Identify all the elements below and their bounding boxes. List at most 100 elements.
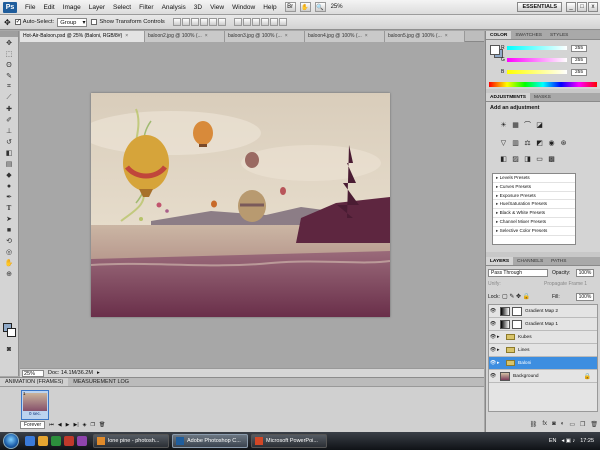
posterize-icon[interactable]: ▨ bbox=[511, 154, 520, 163]
canvas-area[interactable] bbox=[20, 42, 484, 368]
hand-icon[interactable]: ✋ bbox=[299, 2, 311, 12]
foreground-swatch[interactable] bbox=[490, 45, 500, 55]
menu-filter[interactable]: Filter bbox=[135, 0, 157, 15]
tab-color[interactable]: COLOR bbox=[486, 31, 512, 39]
path-select-icon[interactable]: ➤ bbox=[2, 214, 16, 224]
add-mask-icon[interactable]: ◙ bbox=[552, 421, 556, 428]
zoom-field[interactable]: 25% bbox=[22, 369, 44, 377]
align-left-icon[interactable] bbox=[199, 18, 208, 26]
menu-window[interactable]: Window bbox=[228, 0, 259, 15]
blue-track[interactable] bbox=[507, 70, 567, 74]
blue-slider[interactable]: B 255 bbox=[501, 68, 599, 76]
preset-hue-saturation[interactable]: Hue/Saturation Presets bbox=[493, 200, 575, 210]
distribute-center-icon[interactable] bbox=[269, 18, 278, 26]
distribute-top-icon[interactable] bbox=[233, 18, 242, 26]
toolbox-grip[interactable] bbox=[0, 31, 18, 37]
eye-icon[interactable]: 👁 bbox=[489, 334, 497, 340]
tab-paths[interactable]: PATHS bbox=[547, 257, 570, 265]
distribute-right-icon[interactable] bbox=[278, 18, 287, 26]
align-right-icon[interactable] bbox=[217, 18, 226, 26]
red-slider[interactable]: R 255 bbox=[501, 44, 599, 52]
background-color[interactable] bbox=[7, 328, 16, 337]
animation-frame[interactable]: 1 0 sec. bbox=[21, 390, 49, 420]
opacity-field[interactable]: 100% bbox=[576, 269, 594, 277]
media-icon[interactable] bbox=[64, 436, 74, 446]
blur-tool-icon[interactable]: ◆ bbox=[2, 170, 16, 180]
document-image[interactable] bbox=[91, 93, 390, 317]
blue-value[interactable]: 255 bbox=[571, 68, 587, 76]
duplicate-frame-icon[interactable]: ❐ bbox=[90, 422, 94, 428]
preset-channel-mixer[interactable]: Channel Mixer Presets bbox=[493, 218, 575, 227]
align-bottom-icon[interactable] bbox=[190, 18, 199, 26]
close-icon[interactable]: × bbox=[125, 31, 128, 42]
red-value[interactable]: 255 bbox=[571, 44, 587, 52]
distribute-left-icon[interactable] bbox=[260, 18, 269, 26]
prev-frame-icon[interactable]: ◀ bbox=[58, 422, 62, 428]
browser-icon[interactable] bbox=[51, 436, 61, 446]
distribute-bottom-icon[interactable] bbox=[251, 18, 260, 26]
start-button[interactable] bbox=[3, 433, 19, 449]
clock[interactable]: 17:25 bbox=[580, 438, 594, 444]
status-menu-icon[interactable]: ▸ bbox=[97, 370, 100, 376]
pen-tool-icon[interactable]: ✒ bbox=[2, 192, 16, 202]
channel-mixer-icon[interactable]: ⊛ bbox=[559, 138, 568, 147]
align-middle-icon[interactable] bbox=[181, 18, 190, 26]
menu-help[interactable]: Help bbox=[259, 0, 280, 15]
close-icon[interactable]: × bbox=[365, 31, 368, 42]
tray-icons[interactable]: ◂ ▣ ♪ bbox=[561, 438, 575, 444]
preset-black-white[interactable]: Black & White Presets bbox=[493, 209, 575, 218]
link-layers-icon[interactable]: ⛓ bbox=[530, 421, 538, 428]
threshold-icon[interactable]: ◨ bbox=[523, 154, 532, 163]
close-icon[interactable]: × bbox=[205, 31, 208, 42]
propagate-frame-checkbox[interactable]: Propagate Frame 1 bbox=[544, 281, 587, 287]
vibrance-icon[interactable]: ▽ bbox=[499, 138, 508, 147]
tab-layers[interactable]: LAYERS bbox=[486, 257, 514, 265]
color-swatches[interactable] bbox=[3, 323, 17, 337]
tab-channels[interactable]: CHANNELS bbox=[513, 257, 547, 265]
tab-baloon3[interactable]: baloon3.jpg @ 100% (... × bbox=[225, 31, 305, 42]
expand-arrow-icon[interactable]: ▸ bbox=[497, 347, 503, 353]
tab-baloon4[interactable]: baloon4.jpg @ 100% (... × bbox=[305, 31, 385, 42]
workspace-switcher[interactable]: ESSENTIALS bbox=[517, 2, 562, 12]
blend-mode-dropdown[interactable]: Pass Through bbox=[488, 269, 548, 277]
next-frame-icon[interactable]: ▶| bbox=[73, 422, 78, 428]
zoom-level[interactable]: 25% bbox=[331, 4, 343, 10]
menu-analysis[interactable]: Analysis bbox=[158, 0, 190, 15]
selective-color-icon[interactable]: ▩ bbox=[547, 154, 556, 163]
levels-icon[interactable]: ▦ bbox=[511, 120, 520, 129]
eye-icon[interactable]: 👁 bbox=[489, 308, 497, 314]
show-transform-checkbox[interactable] bbox=[91, 19, 98, 25]
layer-lines[interactable]: 👁 ▸ Lines bbox=[489, 344, 597, 357]
app-icon[interactable] bbox=[77, 436, 87, 446]
crop-tool-icon[interactable]: ⌗ bbox=[2, 82, 16, 92]
shape-tool-icon[interactable]: ■ bbox=[2, 225, 16, 235]
menu-3d[interactable]: 3D bbox=[190, 0, 206, 15]
preset-exposure[interactable]: Exposure Presets bbox=[493, 192, 575, 201]
tab-styles[interactable]: STYLES bbox=[546, 31, 572, 39]
lock-buttons-icon[interactable]: ▢ ✎ ✥ 🔒 bbox=[502, 293, 530, 300]
task-photoshop[interactable]: Adobe Photoshop C... bbox=[172, 434, 248, 448]
fill-field[interactable]: 100% bbox=[576, 293, 594, 301]
color-spectrum[interactable] bbox=[489, 82, 597, 87]
eye-icon[interactable]: 👁 bbox=[489, 373, 497, 379]
new-group-icon[interactable]: ▭ bbox=[569, 421, 575, 428]
menu-layer[interactable]: Layer bbox=[85, 0, 109, 15]
delete-frame-icon[interactable]: 🗑 bbox=[99, 422, 105, 428]
layer-gradient-map-2[interactable]: 👁 Gradient Map 2 bbox=[489, 305, 597, 318]
clone-stamp-icon[interactable]: ⊥ bbox=[2, 126, 16, 136]
gradient-tool-icon[interactable]: ▤ bbox=[2, 159, 16, 169]
layer-background[interactable]: 👁 Background 🔒 bbox=[489, 370, 597, 383]
play-icon[interactable]: ▶ bbox=[66, 422, 70, 428]
eye-icon[interactable]: 👁 bbox=[489, 360, 497, 366]
first-frame-icon[interactable]: ⏮ bbox=[49, 422, 54, 428]
history-brush-icon[interactable]: ↺ bbox=[2, 137, 16, 147]
move-tool-icon[interactable]: ✥ bbox=[2, 38, 16, 48]
delete-layer-icon[interactable]: 🗑 bbox=[590, 421, 598, 428]
eye-icon[interactable]: 👁 bbox=[489, 321, 497, 327]
layer-baloni[interactable]: 👁 ▸ Baloni bbox=[489, 357, 597, 370]
tab-baloon2[interactable]: baloon2.jpg @ 100% (... × bbox=[145, 31, 225, 42]
exposure-icon[interactable]: ◪ bbox=[535, 120, 544, 129]
language-indicator[interactable]: EN bbox=[549, 438, 557, 444]
hand-tool-icon[interactable]: ✋ bbox=[2, 258, 16, 268]
close-button[interactable]: x bbox=[588, 2, 598, 12]
